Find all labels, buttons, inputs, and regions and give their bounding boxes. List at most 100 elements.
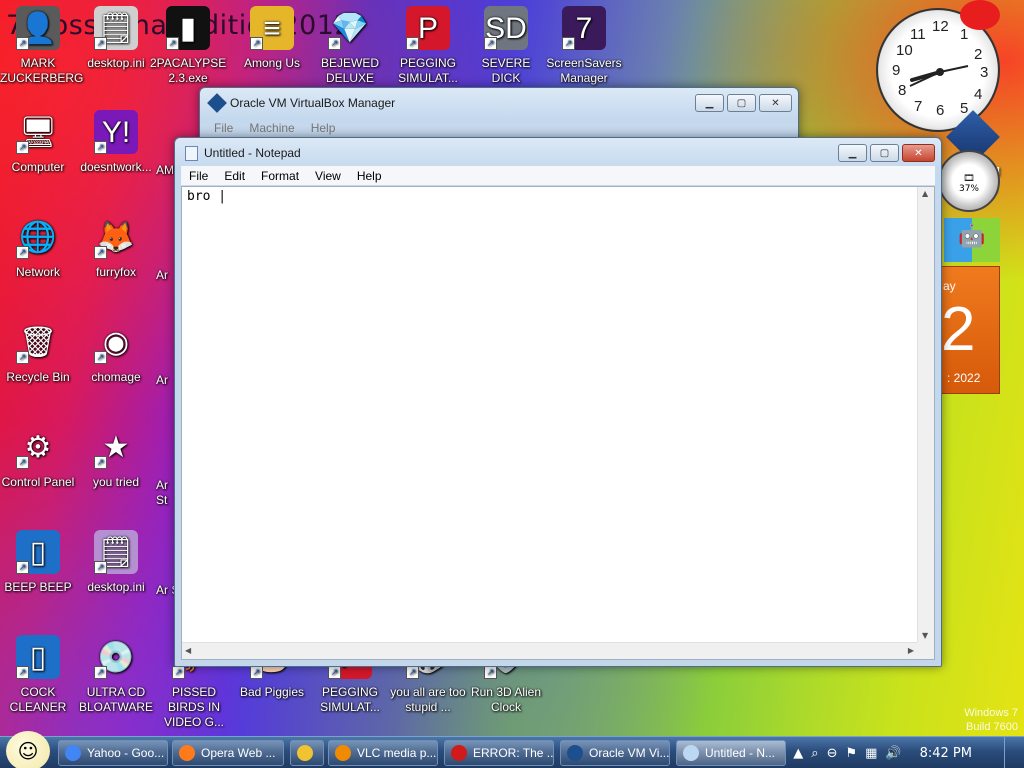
search-icon[interactable]: ⌕ [811, 746, 818, 761]
desktop-icon-12[interactable]: 🗑 ↗ Recycle Bin [0, 320, 76, 385]
control-panel-icon: ⚙ ↗ [16, 425, 60, 469]
vlc-tray-icon[interactable]: ▲ [793, 746, 803, 761]
menu-help[interactable]: Help [349, 166, 390, 185]
desktop-icon-6[interactable]: SD ↗ SEVERE DICK [468, 6, 544, 86]
taskbar: ☺ Yahoo - Goo... Opera Web ... VLC media p… [0, 731, 1024, 768]
volume-icon[interactable]: 🔊 [885, 746, 901, 761]
close-button[interactable]: ✕ [902, 144, 935, 162]
desktop-icon-13[interactable]: ◉ ↗ chomage [78, 320, 154, 385]
shortcut-arrow-icon: ↗ [562, 37, 575, 50]
taskbar-button-chrome[interactable]: Yahoo - Goo... [58, 740, 168, 766]
star-icon: ★ ↗ [94, 425, 138, 469]
taskbar-button-opera[interactable]: ERROR: The ... [444, 740, 554, 766]
shortcut-arrow-icon: ↗ [94, 561, 107, 574]
menu-machine[interactable]: Machine [241, 118, 302, 138]
show-desktop-button[interactable] [1004, 737, 1016, 768]
desktop-icon-2[interactable]: ▮ ↗ 2PACALYPSE 2.3.exe [150, 6, 226, 86]
vertical-scrollbar[interactable]: ▲ ▼ [917, 187, 934, 642]
desktop-icon-0[interactable]: 👤 ↗ MARK ZUCKERBERG [0, 6, 83, 86]
notepad-text-area[interactable]: bro | ▲ ▼ ◀ ▶ [181, 186, 935, 660]
desktop-icon-15[interactable]: ★ ↗ you tried [78, 425, 154, 490]
calendar-gadget[interactable]: ay 2 : 2022 [940, 266, 1000, 394]
shortcut-arrow-icon: ↗ [484, 37, 497, 50]
desktop-icon-3[interactable]: ≡ ↗ Among Us [234, 6, 310, 71]
menu-view[interactable]: View [307, 166, 349, 185]
menu-format[interactable]: Format [253, 166, 307, 185]
taskbar-button-vlc[interactable]: VLC media p... [328, 740, 438, 766]
android-tile-icon[interactable]: 🤖 [944, 218, 1000, 262]
shortcut-arrow-icon: ↗ [166, 37, 179, 50]
windows-version-watermark: Windows 7 Build 7600 [964, 707, 1018, 733]
taskbar-clock[interactable]: 8:42 PM [920, 746, 972, 761]
yahoo-icon: Y! ↗ [94, 110, 138, 154]
minimize-button[interactable]: ▁ [838, 144, 867, 162]
virtualbox-titlebar[interactable]: Oracle VM VirtualBox Manager [207, 88, 688, 118]
recycle-bin-icon: 🗑 ↗ [16, 320, 60, 364]
desktop-icon-19[interactable]: 💿 ↗ ULTRA CD BLOATWARE [78, 635, 154, 715]
blue-file-icon: ▯ ↗ [16, 635, 60, 679]
gem-icon: 💎 ↗ [328, 6, 372, 50]
start-orb-icon: ☺ [17, 739, 39, 763]
menu-edit[interactable]: Edit [216, 166, 253, 185]
notepad-window[interactable]: Untitled - Notepad ▁ ▢ ✕ File Edit Forma… [174, 137, 942, 667]
scrollbar-corner [917, 642, 934, 659]
desktop-icon-label: you tried [92, 475, 140, 489]
cd-icon: 💿 ↗ [94, 635, 138, 679]
desktop-icon-4[interactable]: 💎 ↗ BEJEWED DELUXE [312, 6, 388, 86]
desktop-icon-label: chomage [91, 370, 141, 384]
desktop-icon-label: desktop.ini [87, 580, 145, 594]
taskbar-button-label: Untitled - N... [705, 746, 776, 760]
menu-file[interactable]: File [181, 166, 216, 185]
minimize-button[interactable]: ▁ [695, 94, 724, 112]
notepad-title-icon [185, 145, 198, 161]
desktop-icon-14[interactable]: ⚙ ↗ Control Panel [0, 425, 76, 490]
minus-circle-icon[interactable]: ⊖ [827, 746, 838, 761]
desktop-icon-17[interactable]: 🗒 ↗ desktop.ini [78, 530, 154, 595]
desktop-icon-7[interactable]: 7 ↗ ScreenSavers Manager [546, 6, 622, 86]
scroll-down-icon[interactable]: ▼ [922, 631, 928, 640]
desktop-icon-9[interactable]: Y! ↗ doesntwork... [78, 110, 154, 175]
shortcut-arrow-icon: ↗ [94, 37, 107, 50]
shortcut-arrow-icon: ↗ [406, 37, 419, 50]
scroll-up-icon[interactable]: ▲ [922, 189, 928, 198]
scroll-right-icon[interactable]: ▶ [908, 646, 914, 655]
network-tray-icon[interactable]: ▦ [865, 746, 877, 761]
calendar-date: 2 [941, 295, 976, 364]
taskbar-button-notepad[interactable]: Untitled - N... [676, 740, 786, 766]
menu-file[interactable]: File [206, 118, 241, 138]
taskbar-button-firefox[interactable]: Opera Web ... [172, 740, 284, 766]
desktop-icon-label: PISSED BIRDS IN VIDEO G... [163, 685, 224, 729]
desktop-icon-1[interactable]: 🗒 ↗ desktop.ini [78, 6, 154, 71]
taskbar-button-folder[interactable] [290, 740, 324, 766]
desktop-icon-label: Among Us [243, 56, 301, 70]
scroll-left-icon[interactable]: ◀ [185, 646, 191, 655]
cpu-gauge-gadget[interactable]: 🎞 37% [938, 150, 1000, 212]
shortcut-arrow-icon: ↗ [16, 246, 29, 259]
console-icon: ▮ ↗ [166, 6, 210, 50]
shortcut-arrow-icon: ↗ [328, 666, 341, 679]
taskbar-button-virtualbox[interactable]: Oracle VM Vi... [560, 740, 670, 766]
desktop-icon-5[interactable]: P ↗ PEGGING SIMULAT... [390, 6, 466, 86]
horizontal-scrollbar[interactable]: ◀ ▶ [182, 642, 917, 659]
gear-sd-icon: SD ↗ [484, 6, 528, 50]
person-icon: 👤 ↗ [16, 6, 60, 50]
stack-icon: ≡ ↗ [250, 6, 294, 50]
firefox-icon: 🦊 ↗ [94, 215, 138, 259]
desktop-icon-label: BEJEWED DELUXE [320, 56, 379, 85]
maximize-button[interactable]: ▢ [727, 94, 756, 112]
computer-icon: 🖥 ↗ [16, 110, 60, 154]
desktop-icon-8[interactable]: 🖥 ↗ Computer [0, 110, 76, 175]
taskbar-button-label: VLC media p... [357, 746, 437, 760]
desktop-icon-10[interactable]: 🌐 ↗ Network [0, 215, 76, 280]
minimize-icon: ▁ [848, 147, 857, 159]
notepad-titlebar[interactable]: Untitled - Notepad [185, 138, 831, 168]
start-button[interactable]: ☺ [6, 731, 50, 768]
menu-help[interactable]: Help [303, 118, 344, 138]
maximize-button[interactable]: ▢ [870, 144, 899, 162]
action-center-icon[interactable]: ⚑ [845, 746, 857, 761]
desktop-icon-16[interactable]: ▯ ↗ BEEP BEEP [0, 530, 76, 595]
desktop-icon-18[interactable]: ▯ ↗ COCK CLEANER [0, 635, 76, 715]
desktop-icon-11[interactable]: 🦊 ↗ furryfox [78, 215, 154, 280]
desktop-icon-label: PEGGING SIMULAT... [398, 56, 458, 85]
close-button[interactable]: ✕ [759, 94, 792, 112]
